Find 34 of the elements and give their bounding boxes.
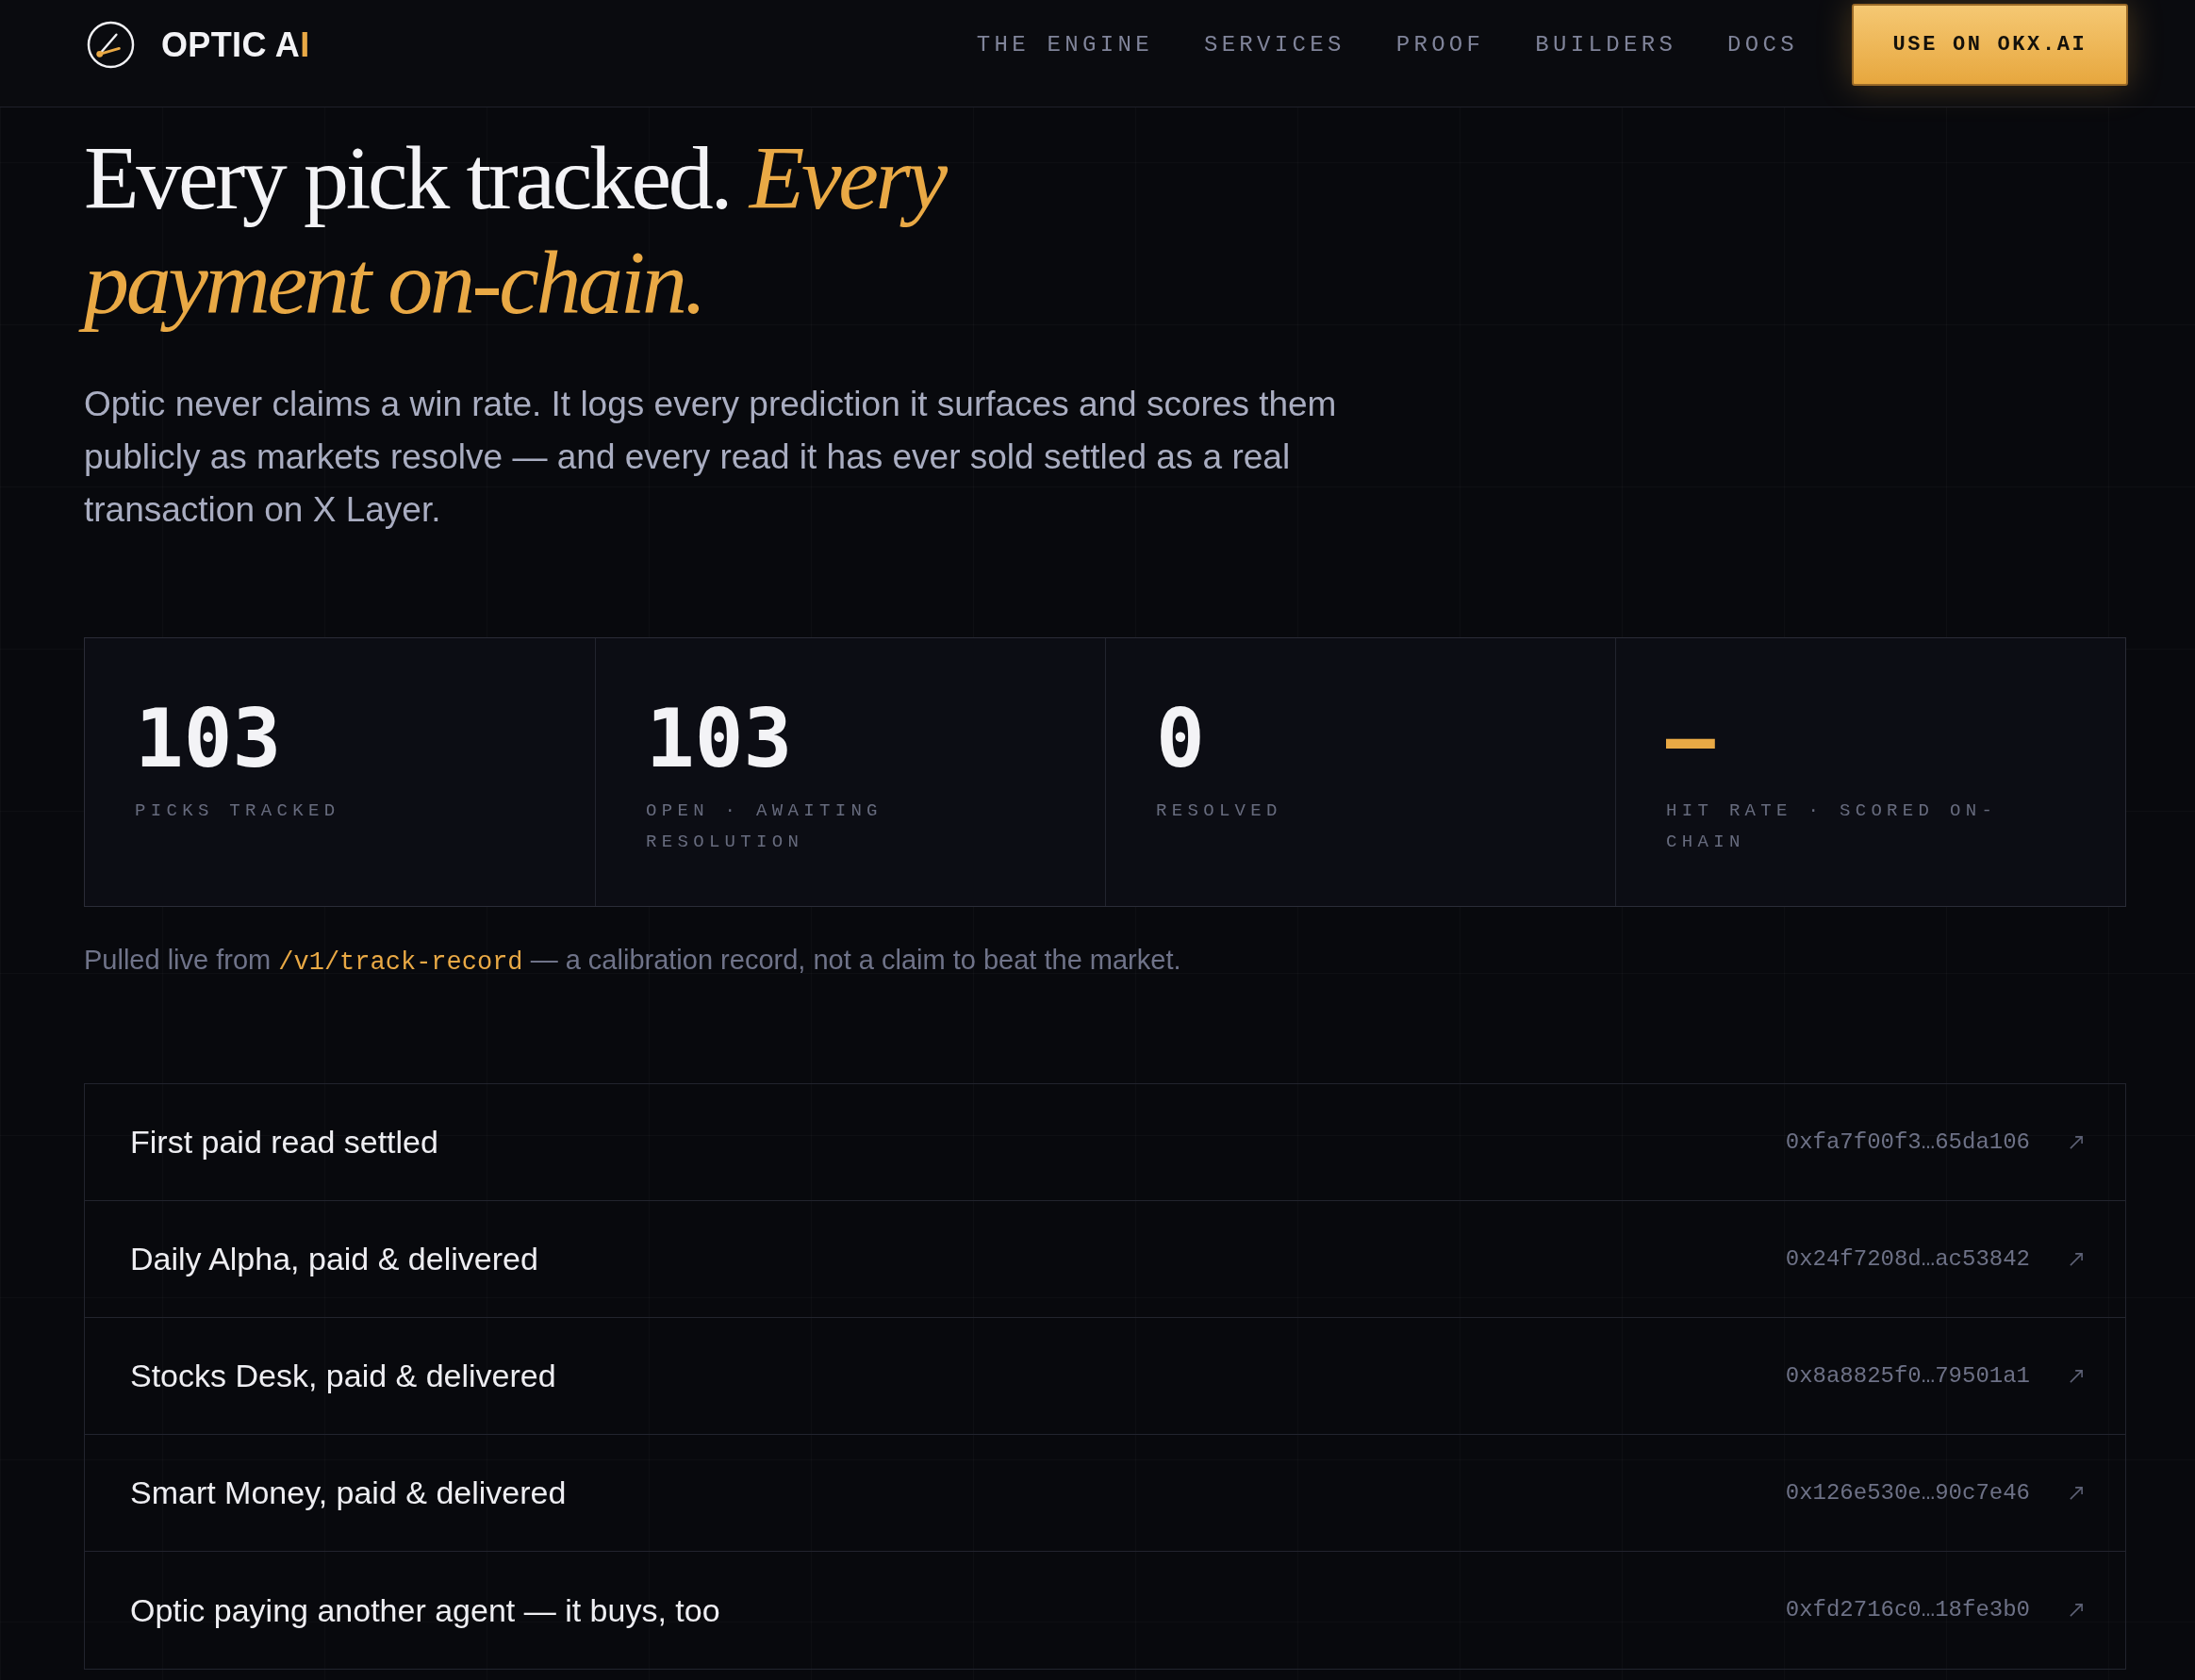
arrow-up-right-icon xyxy=(2070,1252,2083,1266)
nav-link[interactable]: SERVICES xyxy=(1203,27,1345,62)
nav-link[interactable]: PROOF xyxy=(1395,27,1485,62)
arrow-up-right-icon xyxy=(2070,1486,2083,1500)
proof-title: Optic paying another agent — it buys, too xyxy=(130,1590,720,1630)
arrow-up-right-icon xyxy=(2070,1369,2083,1383)
proof-title: Daily Alpha, paid & delivered xyxy=(130,1240,538,1278)
stat-label: RESOLVED xyxy=(1156,799,1282,823)
gauge-logo-icon xyxy=(87,21,135,69)
proof-title: Stocks Desk, paid & delivered xyxy=(130,1357,556,1395)
source-note: Pulled live from /v1/track-record — a calibration record, not a claim to beat the market. xyxy=(84,944,1181,979)
nav-link[interactable]: DOCS xyxy=(1727,27,1798,62)
brand-name[interactable]: OPTIC AI xyxy=(161,19,310,71)
cta-button[interactable]: USE ON OKX.AI xyxy=(1852,4,2128,86)
stat-value: — xyxy=(1666,691,1715,785)
arrow-up-right-icon xyxy=(2070,1604,2083,1617)
tx-hash-link[interactable]: 0xfa7f00f3…65da106 xyxy=(1785,1125,2030,1160)
proof-title: Smart Money, paid & delivered xyxy=(130,1474,567,1512)
arrow-up-right-icon xyxy=(2070,1135,2083,1149)
stat-label: HIT RATE · SCORED ON-CHAIN xyxy=(1666,799,1999,854)
tx-hash-link[interactable]: 0x126e530e…90c7e46 xyxy=(1785,1475,2030,1510)
stat-value: 0 xyxy=(1156,691,1205,785)
headline: Every pick tracked. Every payment on-chain. xyxy=(74,125,1036,335)
tx-hash-link[interactable]: 0x24f7208d…ac53842 xyxy=(1785,1242,2030,1276)
nav-link[interactable]: THE ENGINE xyxy=(976,27,1153,62)
intro-paragraph: Optic never claims a win rate. It logs every prediction it surfaces and scores them publicly as markets resolve — and every read it has ever sold settled as a real transaction on X Layer. xyxy=(84,384,1338,531)
stat-label: PICKS TRACKED xyxy=(135,799,340,823)
stat-value: 103 xyxy=(646,691,793,785)
proof-title: First paid read settled xyxy=(130,1123,438,1161)
tx-hash-link[interactable]: 0xfd2716c0…18fe3b0 xyxy=(1785,1593,2030,1627)
tx-hash-link[interactable]: 0x8a8825f0…79501a1 xyxy=(1785,1359,2030,1393)
stat-label: OPEN · AWAITING RESOLUTION xyxy=(646,799,883,854)
nav-link[interactable]: BUILDERS xyxy=(1535,27,1677,62)
stat-value: 103 xyxy=(135,691,282,785)
